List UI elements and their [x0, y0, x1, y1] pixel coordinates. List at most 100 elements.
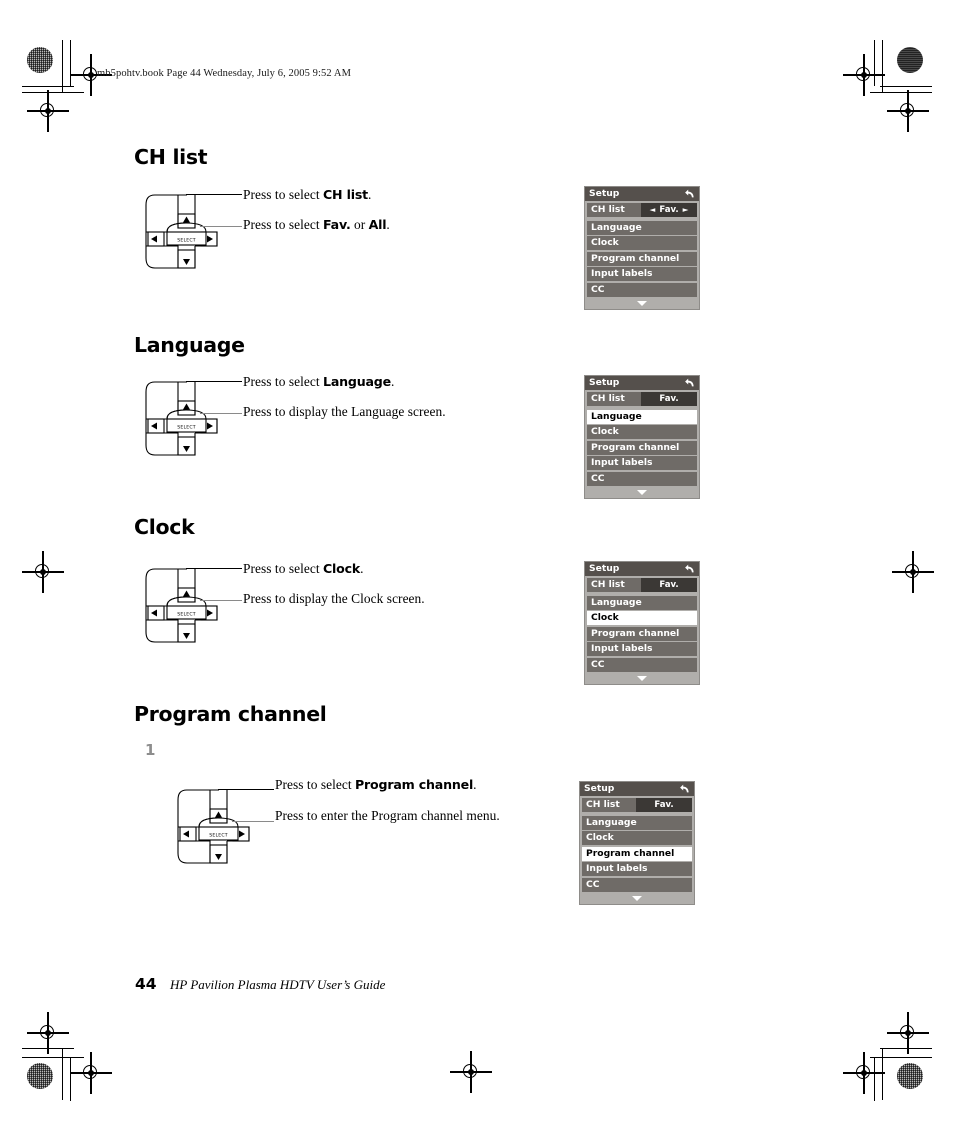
leader-line-program-channel-2	[232, 821, 274, 823]
leader-line-ch-list-1	[186, 194, 242, 196]
instruction-text: Press to select	[243, 561, 324, 576]
instruction-ch-list-1: Press to select CH list.	[243, 187, 371, 203]
page-number: 44	[135, 975, 157, 993]
instruction-text: Press to select	[243, 187, 324, 202]
chevron-down-icon[interactable]	[637, 490, 647, 495]
tv-menu-scroll-footer[interactable]	[580, 893, 694, 904]
registration-dot-top-right	[897, 47, 923, 73]
tv-menu-panel-4: Setup CH list Fav. Language Clock Progra…	[579, 781, 695, 905]
dpad-diagram-language: SELECT	[143, 379, 251, 461]
back-arrow-icon[interactable]	[679, 783, 691, 795]
tv-menu-ch-list-value-box[interactable]: Fav.	[636, 797, 692, 812]
instruction-bold-2: All	[368, 217, 387, 232]
tv-menu-panel-3: Setup CH list Fav. Language Clock Progra…	[584, 561, 700, 685]
registration-dot-bottom-right	[897, 1063, 923, 1089]
tv-menu-item-cc[interactable]: CC	[587, 657, 697, 672]
tv-menu-item-language[interactable]: Language	[587, 220, 697, 235]
chevron-down-icon[interactable]	[637, 676, 647, 681]
instruction-text: Press to display the Clock screen.	[243, 591, 425, 606]
tv-menu-item-clock[interactable]: Clock	[587, 425, 697, 439]
instruction-text: Press to select	[275, 777, 356, 792]
tv-menu-ch-list-value-box[interactable]: ◄ Fav. ►	[641, 202, 697, 217]
leader-line-clock-1	[186, 568, 242, 570]
crop-mark-top-left-v1	[62, 40, 64, 92]
tv-menu-item-language[interactable]: Language	[582, 815, 692, 830]
tv-menu-ch-list-row[interactable]: CH list ◄ Fav. ►	[587, 202, 697, 217]
crop-mark-bottom-right-v1	[882, 1048, 884, 1100]
instruction-tail: .	[390, 374, 395, 389]
tv-menu-item-cc[interactable]: CC	[587, 471, 697, 486]
registration-mark-bottom-left-upper	[27, 1012, 69, 1054]
tv-menu-ch-list-row[interactable]: CH list Fav.	[587, 577, 697, 592]
tv-menu-header: Setup	[585, 562, 699, 576]
tv-menu-ch-list-value: Fav.	[659, 393, 679, 404]
tv-menu-item-language[interactable]: Language	[587, 409, 697, 424]
tv-menu-scroll-footer[interactable]	[585, 673, 699, 684]
tv-menu-scroll-footer[interactable]	[585, 298, 699, 309]
tv-menu-scroll-footer[interactable]	[585, 487, 699, 498]
tv-menu-item-input-labels[interactable]: Input labels	[582, 862, 692, 876]
tv-menu-ch-list-label: CH list	[586, 799, 620, 810]
leader-line-ch-list-2	[200, 226, 242, 228]
tv-menu-ch-list-row[interactable]: CH list Fav.	[582, 797, 692, 812]
tv-menu-ch-list-value-box[interactable]: Fav.	[641, 391, 697, 406]
tv-menu-item-clock[interactable]: Clock	[582, 831, 692, 845]
tv-menu-ch-list-label: CH list	[591, 579, 625, 590]
chevron-right-icon[interactable]: ►	[683, 206, 689, 214]
instruction-program-channel-2: Press to enter the Program channel menu.	[275, 808, 500, 824]
tv-menu-item-input-labels[interactable]: Input labels	[587, 642, 697, 656]
registration-dot-top-left	[27, 47, 53, 73]
tv-menu-item-language[interactable]: Language	[587, 595, 697, 610]
instruction-text: Press to select	[243, 217, 324, 232]
registration-mark-top-right-lower	[887, 90, 929, 132]
chevron-down-icon[interactable]	[632, 896, 642, 901]
instruction-clock-1: Press to select Clock.	[243, 561, 363, 577]
tv-menu-item-input-labels[interactable]: Input labels	[587, 267, 697, 281]
instruction-bold: Program channel	[355, 777, 474, 792]
dpad-diagram-ch-list: SELECT	[143, 192, 251, 274]
crop-mark-bottom-right-h1	[880, 1048, 932, 1050]
tv-menu-item-program-channel[interactable]: Program channel	[587, 626, 697, 641]
tv-menu-item-program-channel[interactable]: Program channel	[582, 846, 692, 861]
registration-mark-bottom-right	[843, 1052, 885, 1094]
svg-text:SELECT: SELECT	[177, 612, 196, 618]
instruction-bold: Fav.	[323, 217, 351, 232]
instruction-program-channel-1: Press to select Program channel.	[275, 777, 476, 793]
section-heading-ch-list: CH list	[134, 145, 208, 169]
tv-menu-title: Setup	[589, 377, 620, 388]
tv-menu-item-program-channel[interactable]: Program channel	[587, 251, 697, 266]
crop-mark-top-left-h2	[22, 92, 84, 94]
tv-menu-ch-list-row[interactable]: CH list Fav.	[587, 391, 697, 406]
tv-menu-item-cc[interactable]: CC	[582, 877, 692, 892]
crop-mark-bottom-right-h2	[870, 1057, 932, 1059]
tv-menu-item-cc[interactable]: CC	[587, 282, 697, 297]
tv-menu-header: Setup	[585, 187, 699, 201]
tv-menu-item-program-channel[interactable]: Program channel	[587, 440, 697, 455]
crop-mark-bottom-left-v1	[62, 1048, 64, 1100]
chevron-left-icon[interactable]: ◄	[650, 206, 656, 214]
back-arrow-icon[interactable]	[684, 188, 696, 200]
printed-page: mb5pohtv.book Page 44 Wednesday, July 6,…	[0, 0, 954, 1145]
leader-line-program-channel-1	[218, 789, 274, 791]
registration-mark-top-left-lower	[27, 90, 69, 132]
dpad-diagram-clock: SELECT	[143, 566, 251, 648]
crop-mark-top-left-h1	[22, 86, 74, 88]
instruction-bold: Language	[323, 374, 391, 389]
leader-line-clock-2	[200, 600, 242, 602]
instruction-bold: CH list	[323, 187, 368, 202]
svg-text:SELECT: SELECT	[177, 425, 196, 431]
tv-menu-item-clock[interactable]: Clock	[587, 611, 697, 625]
section-heading-program-channel: Program channel	[134, 702, 327, 726]
chevron-down-icon[interactable]	[637, 301, 647, 306]
registration-mark-bottom-right-upper	[887, 1012, 929, 1054]
instruction-tail: .	[386, 217, 390, 232]
back-arrow-icon[interactable]	[684, 563, 696, 575]
tv-menu-item-input-labels[interactable]: Input labels	[587, 456, 697, 470]
tv-menu-ch-list-value-box[interactable]: Fav.	[641, 577, 697, 592]
tv-menu-ch-list-value: Fav.	[654, 799, 674, 810]
instruction-bold: Clock	[323, 561, 361, 576]
tv-menu-item-clock[interactable]: Clock	[587, 236, 697, 250]
tv-menu-header: Setup	[580, 782, 694, 796]
back-arrow-icon[interactable]	[684, 377, 696, 389]
leader-line-language-2	[200, 413, 242, 415]
